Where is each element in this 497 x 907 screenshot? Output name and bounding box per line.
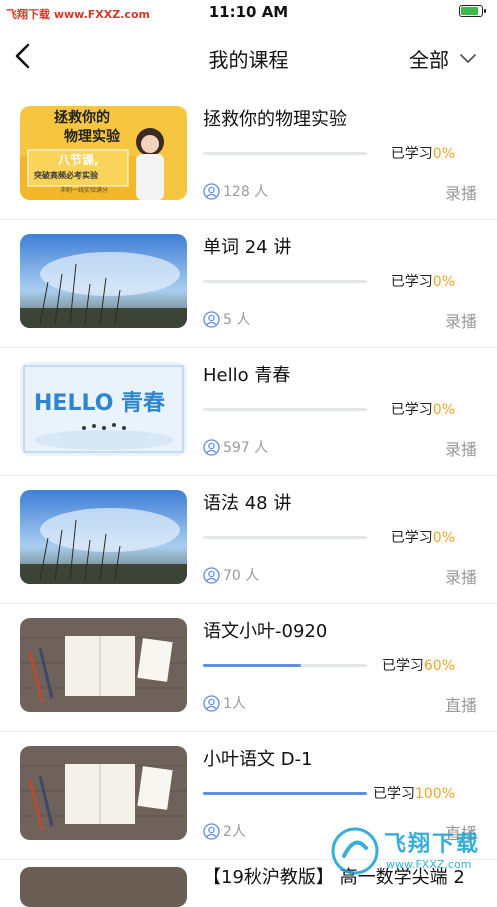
course-thumbnail: [20, 234, 187, 328]
course-title: 单词 24 讲: [203, 237, 292, 258]
course-row[interactable]: 单词 24 讲 已学习0% 5 人 录播: [0, 220, 497, 348]
course-thumbnail: 拯救你的 物理实验 八节课, 突破高频必考实验 冲刺一线实验满分: [20, 106, 187, 200]
thumb-text-5: 冲刺一线实验满分: [60, 186, 108, 194]
course-thumbnail: [20, 867, 187, 907]
chevron-down-icon: [460, 53, 476, 63]
progress-bar: [203, 536, 367, 539]
user-count: 70 人: [203, 565, 259, 585]
user-count: 2人: [203, 821, 246, 841]
progress-bar: [203, 280, 367, 283]
course-title: 拯救你的物理实验: [203, 109, 347, 130]
course-row[interactable]: 拯救你的 物理实验 八节课, 突破高频必考实验 冲刺一线实验满分 拯救你的物理实…: [0, 92, 497, 220]
thumb-text-2: 物理实验: [64, 128, 121, 145]
progress-text: 已学习60%: [381, 658, 455, 674]
course-row[interactable]: HELLO 青春 Hello 青春 已学习0% 597 人 录播: [0, 348, 497, 476]
course-title: 语法 48 讲: [203, 493, 292, 514]
filter-dropdown[interactable]: 全部: [409, 44, 477, 73]
course-row[interactable]: 语文小叶-0920 已学习60% 1人 直播: [0, 604, 497, 732]
course-title: Hello 青春: [203, 365, 291, 386]
course-thumbnail: [20, 490, 187, 584]
course-thumbnail: [20, 618, 187, 712]
progress-text: 已学习0%: [390, 530, 455, 546]
user-icon: [203, 310, 220, 328]
thumb-text-1: HELLO 青春: [34, 391, 165, 416]
user-count: 128 人: [203, 181, 268, 201]
course-row[interactable]: 语法 48 讲 已学习0% 70 人 录播: [0, 476, 497, 604]
user-icon: [203, 182, 220, 200]
user-count: 1人: [203, 693, 246, 713]
course-mode: 录播: [444, 568, 477, 587]
course-title: 小叶语文 D-1: [203, 749, 313, 770]
course-list: 拯救你的 物理实验 八节课, 突破高频必考实验 冲刺一线实验满分 拯救你的物理实…: [0, 92, 497, 860]
course-title: 语文小叶-0920: [203, 621, 328, 642]
progress-bar: [203, 152, 367, 155]
course-mode: 直播: [444, 696, 477, 715]
battery-icon: [459, 5, 486, 17]
course-mode: 录播: [444, 440, 477, 459]
progress-text: 已学习100%: [372, 786, 455, 802]
thumb-text-3: 八节课,: [57, 152, 99, 167]
user-icon: [203, 694, 220, 712]
watermark: 飞翔下载 www.FXXZ.com: [328, 822, 488, 882]
watermark-logo-icon: [331, 827, 379, 875]
thumb-text-4: 突破高频必考实验: [34, 170, 99, 180]
thumb-text-1: 拯救你的: [54, 109, 110, 126]
progress-text: 已学习0%: [390, 274, 455, 290]
progress-text: 已学习0%: [390, 146, 455, 162]
progress-bar: [203, 792, 367, 795]
course-thumbnail: HELLO 青春: [20, 362, 187, 456]
progress-bar: [203, 408, 367, 411]
progress-bar: [203, 664, 367, 667]
user-icon: [203, 566, 220, 584]
nav-bar: 我的课程 全部: [0, 30, 497, 86]
status-time: 11:10 AM: [208, 3, 289, 21]
user-count: 5 人: [203, 309, 250, 329]
course-mode: 录播: [444, 184, 477, 203]
user-count: 597 人: [203, 437, 268, 457]
watermark-url: www.FXXZ.com: [386, 858, 472, 871]
progress-text: 已学习0%: [390, 402, 455, 418]
user-icon: [203, 822, 220, 840]
watermark-title: 飞翔下载: [384, 832, 481, 857]
course-mode: 录播: [444, 312, 477, 331]
user-icon: [203, 438, 220, 456]
filter-label: 全部: [409, 48, 449, 72]
course-thumbnail: [20, 746, 187, 840]
status-bar: 飞翔下载 www.FXXZ.com 11:10 AM: [0, 0, 497, 24]
